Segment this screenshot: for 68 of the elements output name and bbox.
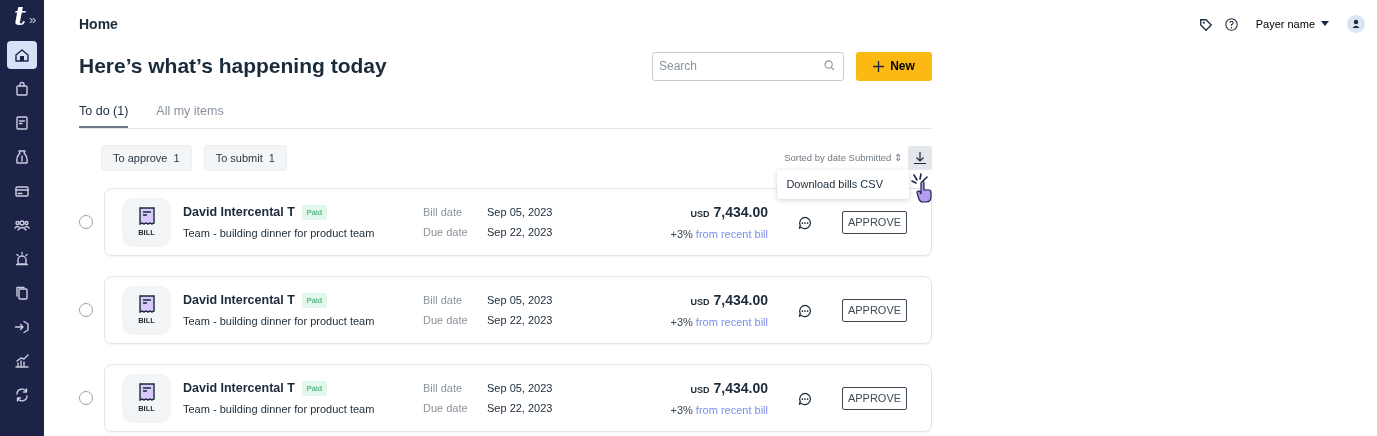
- bill-date: Sep 05, 2023: [487, 293, 553, 309]
- home-icon: [14, 47, 30, 63]
- amount: 7,434.00: [713, 291, 768, 310]
- money-bag-icon: [14, 149, 30, 165]
- plus-icon: [873, 60, 885, 72]
- label: Bill date: [423, 205, 464, 221]
- due-date: Sep 22, 2023: [487, 224, 553, 240]
- filter-chip[interactable]: To approve 1: [101, 144, 192, 172]
- currency: USD: [690, 384, 710, 397]
- bill-icon: [138, 206, 155, 225]
- search-icon: [824, 59, 835, 71]
- page-title: Here’s what’s happening today: [79, 53, 388, 79]
- change-percent: +3%: [670, 403, 693, 418]
- due-date: Sep 22, 2023: [487, 400, 553, 416]
- expand-button[interactable]: »: [28, 9, 37, 29]
- amount: 7,434.00: [713, 379, 768, 398]
- siren-icon: [14, 251, 30, 267]
- description: Team - building dinner for product team: [183, 313, 376, 329]
- download-button[interactable]: [908, 146, 932, 170]
- comment-icon[interactable]: [798, 392, 812, 407]
- approve-button[interactable]: APPROVE: [842, 210, 907, 234]
- bill-icon: [138, 382, 155, 401]
- description: Team - building dinner for product team: [183, 401, 376, 417]
- sort-dropdown[interactable]: Sorted by date Submitted ⇕: [784, 150, 902, 166]
- bag-icon: [14, 81, 30, 97]
- breadcrumb: Home: [79, 14, 119, 34]
- label: Bill date: [423, 381, 464, 397]
- sync-icon: [14, 387, 30, 403]
- document-icon: [14, 115, 30, 131]
- filter-chip[interactable]: To submit 1: [203, 144, 287, 172]
- tag-icon[interactable]: [1198, 17, 1213, 32]
- change-percent: +3%: [670, 227, 693, 242]
- due-date: Sep 22, 2023: [487, 312, 553, 328]
- nav-item[interactable]: [7, 41, 37, 69]
- vendor-name: David Intercental T: [183, 380, 295, 398]
- copy-icon: [14, 285, 30, 301]
- download-icon: [914, 152, 926, 164]
- help-icon[interactable]: [1224, 18, 1238, 32]
- approve-button[interactable]: APPROVE: [842, 298, 907, 322]
- credit-card-icon: [14, 183, 30, 199]
- approve-button[interactable]: APPROVE: [842, 386, 907, 410]
- user-menu[interactable]: Payer name: [1255, 15, 1329, 33]
- label: Due date: [423, 224, 469, 240]
- currency: USD: [690, 296, 710, 309]
- avatar-icon[interactable]: [1347, 15, 1365, 34]
- sign-in-icon: [14, 319, 30, 335]
- people-icon: [14, 217, 30, 233]
- chart-icon: [14, 353, 30, 369]
- vendor-name: David Intercental T: [183, 204, 295, 222]
- comment-icon[interactable]: [798, 304, 812, 319]
- change-percent: +3%: [670, 315, 693, 330]
- logo: t: [13, 3, 26, 29]
- search-field[interactable]: Search: [652, 51, 844, 81]
- new-button[interactable]: New: [856, 51, 932, 81]
- menu-item[interactable]: Download bills CSV: [786, 175, 883, 193]
- bill-icon: [138, 294, 155, 313]
- amount: 7,434.00: [713, 203, 768, 222]
- bill-date: Sep 05, 2023: [487, 205, 553, 221]
- description: Team - building dinner for product team: [183, 225, 376, 241]
- bill-date: Sep 05, 2023: [487, 381, 553, 397]
- label: Bill date: [423, 293, 464, 309]
- label: Due date: [423, 312, 469, 328]
- tab[interactable]: To do (1): [79, 102, 129, 128]
- caret-icon: [1321, 21, 1329, 27]
- comment-icon[interactable]: [798, 216, 812, 231]
- currency: USD: [690, 208, 710, 221]
- label: Due date: [423, 400, 469, 416]
- vendor-name: David Intercental T: [183, 292, 295, 310]
